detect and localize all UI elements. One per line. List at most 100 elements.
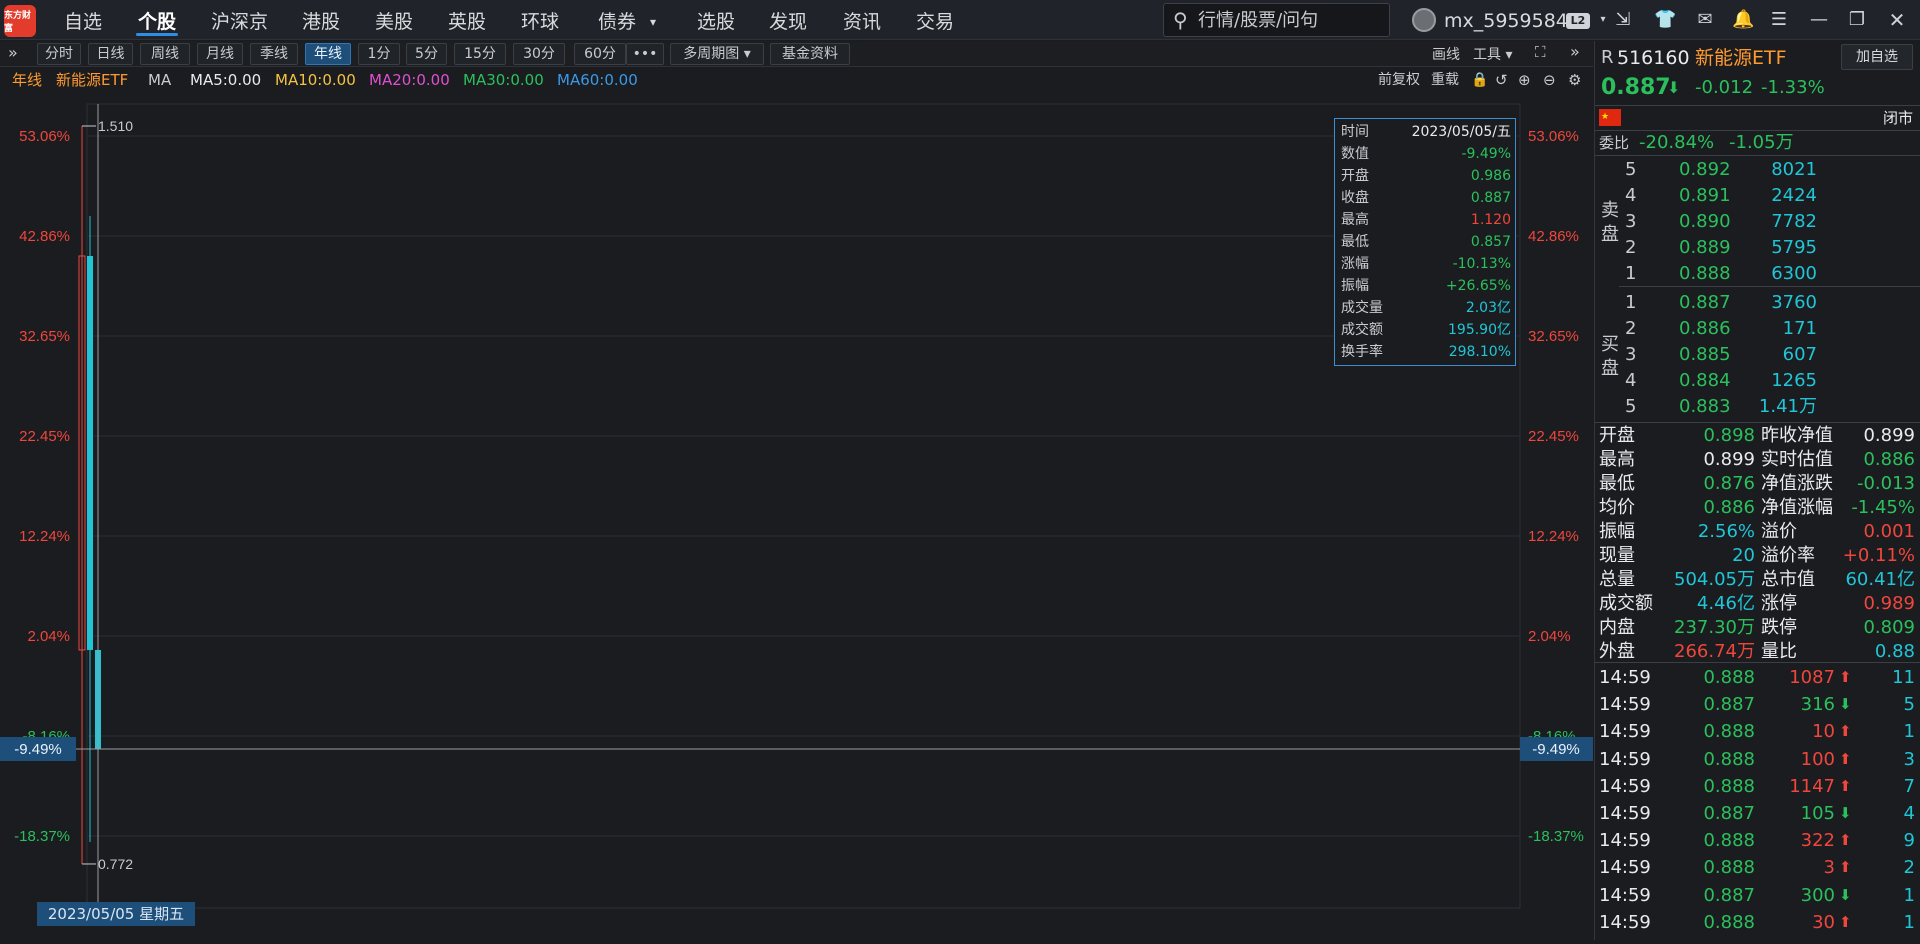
minimize-icon[interactable]: —	[1808, 9, 1830, 31]
menu-list-icon[interactable]: ☰	[1768, 9, 1790, 31]
expand-left-icon[interactable]: »	[8, 43, 18, 62]
nav-item-9[interactable]: 发现	[769, 0, 807, 40]
arrow-up-icon: ⬆	[1839, 668, 1852, 686]
right-axis-tick: 53.06%	[1528, 128, 1579, 145]
arrow-up-icon: ⬆	[1839, 776, 1852, 795]
kline-chart-area[interactable]: 53.06% 53.06% 42.86% 42.86% 32.65% 32.65% 22.4…	[0, 92, 1593, 940]
candle-body	[87, 255, 93, 650]
lock-icon[interactable]: 🔒	[1471, 68, 1488, 92]
stat-key: 外盘	[1599, 641, 1635, 662]
period-button-12[interactable]: 多周期图 ▾	[670, 43, 764, 65]
search-input[interactable]: ⚲ 行情/股票/问句	[1163, 3, 1390, 37]
period-button-2[interactable]: 周线	[140, 43, 190, 65]
period-button-10[interactable]: 60分	[574, 43, 626, 65]
buy-level-row[interactable]: 3 0.885 607	[1595, 342, 1920, 368]
stat-key: 溢价	[1761, 521, 1797, 542]
close-icon[interactable]: ✕	[1886, 9, 1908, 31]
stats-row: 内盘 237.30万 跌停 0.809	[1595, 616, 1920, 640]
period-button-3[interactable]: 月线	[197, 43, 243, 65]
bond-dropdown-chevron-icon: ▾	[650, 15, 657, 29]
buy-level-row[interactable]: 5 0.883 1.41万	[1595, 394, 1920, 420]
tick-row: 14:59 0.888 1087 ⬆ 11	[1595, 664, 1920, 691]
ma-label[interactable]: MA	[148, 68, 171, 92]
level2-badge[interactable]: L2	[1566, 13, 1590, 29]
sell-level-index: 2	[1625, 237, 1637, 258]
sell-level-row[interactable]: 5 0.892 8021	[1595, 157, 1920, 183]
zoom-in-icon[interactable]: ⊕	[1518, 68, 1531, 92]
period-button-13[interactable]: 基金资料	[770, 43, 850, 65]
sell-level-row[interactable]: 2 0.889 5795	[1595, 235, 1920, 261]
period-button-5[interactable]: 年线	[305, 43, 351, 65]
period-button-7[interactable]: 5分	[406, 43, 447, 65]
nav-item-11[interactable]: 交易	[916, 0, 954, 40]
user-menu-chevron-icon[interactable]: ▾	[1592, 9, 1614, 31]
nav-item-0[interactable]: 自选	[64, 0, 102, 40]
period-button-8[interactable]: 15分	[454, 43, 506, 65]
sell-level-row[interactable]: 4 0.891 2424	[1595, 183, 1920, 209]
arrow-down-icon: ⬇	[1839, 695, 1852, 714]
crosshair-date-label: 2023/05/05 星期五	[37, 902, 195, 926]
tick-row: 14:59 0.887 300 ⬇ 1	[1595, 882, 1920, 909]
nav-item-1[interactable]: 个股	[135, 0, 179, 40]
period-button-1[interactable]: 日线	[88, 43, 133, 65]
buy-level-row[interactable]: 4 0.884 1265	[1595, 368, 1920, 394]
tooltip-row: 成交额 195.90亿	[1335, 319, 1517, 341]
restore-window-icon[interactable]: ❐	[1846, 9, 1868, 31]
reload-button[interactable]: 重载	[1431, 68, 1459, 92]
zoom-out-icon[interactable]: ⊖	[1543, 68, 1556, 92]
nav-item-2[interactable]: 沪深京	[211, 0, 268, 40]
period-button-9[interactable]: 30分	[513, 43, 565, 65]
buy-level-row[interactable]: 1 0.887 3760	[1595, 290, 1920, 316]
stats-row: 最高 0.899 实时估值 0.886	[1595, 448, 1920, 472]
right-axis-tick: 32.65%	[1528, 328, 1579, 345]
period-button-6[interactable]: 1分	[358, 43, 400, 65]
stat-key: 开盘	[1599, 425, 1635, 446]
tooltip-row: 换手率 298.10%	[1335, 341, 1517, 363]
period-button-0[interactable]: 分时	[37, 43, 81, 65]
skin-shirt-icon[interactable]: 👕	[1654, 9, 1676, 31]
ma5-value: MA5:0.00	[190, 71, 262, 89]
exit-icon[interactable]: ⇲	[1612, 9, 1634, 31]
period-button-11[interactable]: •••	[626, 43, 664, 65]
tick-row: 14:59 0.888 322 ⬆ 9	[1595, 827, 1920, 854]
app-logo[interactable]: 东方财富	[4, 5, 36, 37]
tooltip-key: 时间	[1341, 124, 1369, 140]
stat-key: 振幅	[1599, 521, 1635, 542]
left-axis-tick: 12.24%	[19, 528, 70, 545]
tick-price: 0.888	[1703, 667, 1755, 688]
nav-item-5[interactable]: 英股	[448, 0, 486, 40]
tools-menu-button[interactable]: 工具 ▾	[1473, 44, 1512, 64]
nav-item-3[interactable]: 港股	[302, 0, 340, 40]
arrow-up-icon: ⬆	[1839, 749, 1852, 768]
restore-right-button[interactable]: 前复权	[1378, 68, 1420, 92]
sell-level-row[interactable]: 1 0.888 6300	[1595, 261, 1920, 287]
mail-icon[interactable]: ✉	[1694, 9, 1716, 31]
draw-line-button[interactable]: 画线	[1432, 44, 1460, 64]
username[interactable]: mx_59595840(	[1444, 0, 1566, 40]
nav-item-4[interactable]: 美股	[375, 0, 413, 40]
nav-item-10[interactable]: 资讯	[843, 0, 881, 40]
tooltip-value: 0.887	[1470, 190, 1511, 206]
tick-row: 14:59 0.887 105 ⬇ 4	[1595, 800, 1920, 827]
user-avatar[interactable]	[1412, 8, 1436, 32]
expand-right-icon[interactable]: »	[1570, 42, 1580, 61]
right-axis-tick: 42.86%	[1528, 228, 1579, 245]
sell-level-row[interactable]: 3 0.890 7782	[1595, 209, 1920, 235]
nav-item-8[interactable]: 选股	[697, 0, 735, 40]
tick-volume: 30	[1812, 911, 1835, 933]
sell-level-price: 0.888	[1679, 263, 1731, 284]
stat-value: 4.46亿	[1696, 593, 1755, 614]
add-watchlist-button[interactable]: 加自选	[1841, 44, 1913, 70]
nav-item-7[interactable]: 债券 ▾	[598, 0, 656, 40]
bell-icon[interactable]: 🔔	[1732, 9, 1754, 31]
undo-icon[interactable]: ↺	[1495, 68, 1508, 92]
tooltip-row: 成交量 2.03亿	[1335, 297, 1517, 319]
nav-item-6[interactable]: 环球	[521, 0, 559, 40]
buy-level-row[interactable]: 2 0.886 171	[1595, 316, 1920, 342]
fullscreen-icon[interactable]: ⛶	[1535, 43, 1546, 61]
stat-value: 0.809	[1863, 617, 1915, 638]
period-button-4[interactable]: 季线	[250, 43, 298, 65]
tooltip-value: 2.03亿	[1465, 300, 1511, 316]
settings-gear-icon[interactable]: ⚙	[1568, 68, 1581, 92]
stat-value: 0.989	[1863, 593, 1915, 614]
